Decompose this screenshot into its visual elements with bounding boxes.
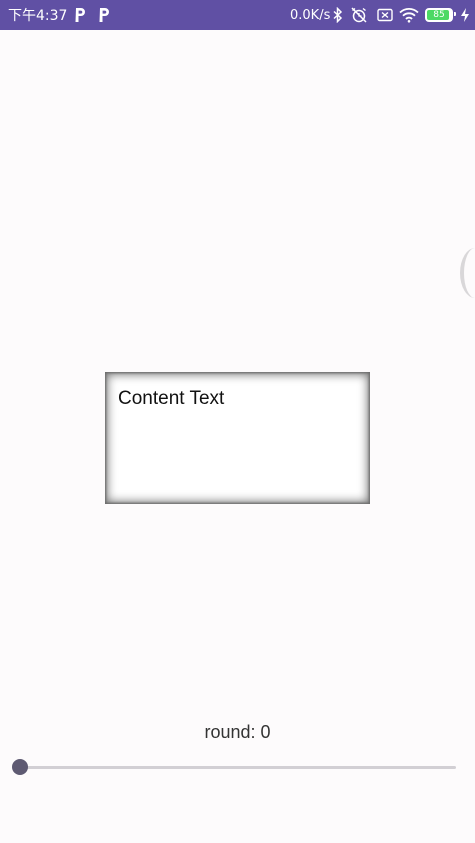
round-slider[interactable] bbox=[12, 757, 456, 777]
battery-level: 85 bbox=[433, 9, 445, 20]
parking-app-icon bbox=[73, 0, 87, 30]
status-time: 下午4:37 bbox=[8, 8, 68, 24]
battery-icon: 85 bbox=[425, 0, 456, 30]
network-speed: 0.0K/s bbox=[290, 7, 331, 23]
content-text: Content Text bbox=[118, 388, 225, 409]
wifi-icon bbox=[399, 0, 419, 30]
edge-swipe-handle[interactable] bbox=[460, 248, 475, 298]
alarm-off-icon bbox=[350, 0, 368, 30]
slider-track[interactable] bbox=[20, 766, 456, 769]
content-card: Content Text bbox=[105, 372, 370, 504]
slider-thumb[interactable] bbox=[12, 759, 28, 775]
charging-icon bbox=[459, 0, 471, 30]
status-bar: 下午4:37 0.0K/s 85 bbox=[0, 0, 475, 30]
round-label: round: 0 bbox=[204, 722, 271, 742]
bluetooth-icon bbox=[333, 0, 343, 30]
no-sim-icon bbox=[377, 0, 393, 30]
parking-app-icon bbox=[97, 0, 111, 30]
